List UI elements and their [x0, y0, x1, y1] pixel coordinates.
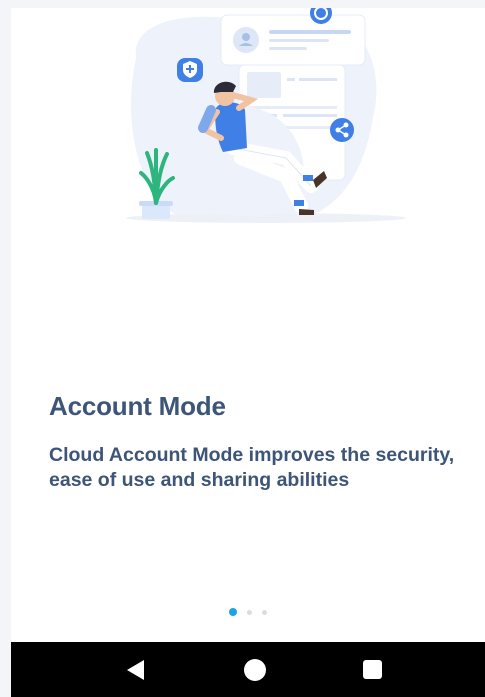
system-navigation-bar — [11, 642, 485, 697]
recent-apps-square-icon — [362, 660, 382, 679]
home-circle-icon — [244, 658, 266, 681]
page-description: Cloud Account Mode improves the security… — [49, 444, 455, 491]
page-indicator[interactable] — [11, 608, 485, 616]
onboarding-screen: Account Mode Cloud Account Mode improves… — [11, 8, 485, 642]
page-dot-2[interactable] — [247, 609, 252, 615]
recent-apps-button[interactable] — [342, 642, 402, 697]
page-dot-3[interactable] — [262, 609, 267, 615]
home-button[interactable] — [225, 642, 285, 697]
back-triangle-icon — [126, 659, 144, 680]
account-mode-illustration — [126, 8, 406, 223]
page-dot-1[interactable] — [229, 608, 237, 616]
page-title: Account Mode — [49, 391, 226, 421]
back-button[interactable] — [105, 642, 165, 697]
